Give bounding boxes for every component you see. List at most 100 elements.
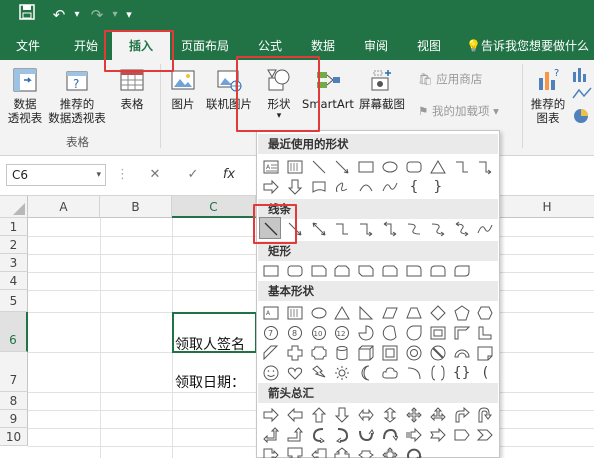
l-shape-icon[interactable] (475, 323, 495, 343)
recommended-pivot-button[interactable]: ? 推荐的 数据透视表 (46, 66, 108, 125)
curved-connector-icon[interactable] (404, 219, 424, 239)
up-down-arrow-icon[interactable] (380, 405, 400, 425)
up-arrow-callout-icon[interactable] (332, 445, 352, 458)
round-same-side-rectangle-icon[interactable] (428, 261, 448, 281)
curved-arrow-connector-icon[interactable] (428, 219, 448, 239)
trapezoid-icon[interactable] (404, 303, 424, 323)
elbow-connector-icon[interactable] (452, 157, 472, 177)
row-header-9[interactable]: 9 (0, 410, 28, 428)
rectangle-icon[interactable] (261, 261, 281, 281)
cloud-icon[interactable] (380, 363, 400, 383)
line-icon[interactable] (309, 157, 329, 177)
row-header-6[interactable]: 6 (0, 312, 28, 352)
rounded-rectangle-icon[interactable] (285, 261, 305, 281)
chord-icon[interactable] (380, 323, 400, 343)
tab-review[interactable]: 审阅 (356, 32, 396, 60)
elbow-double-arrow-icon[interactable] (380, 219, 400, 239)
elbow-arrow-connector-icon[interactable] (475, 157, 495, 177)
tell-me-box[interactable]: 💡告诉我您想要做什么 (466, 32, 594, 60)
vertical-text-box-icon[interactable] (285, 157, 305, 177)
oval-icon[interactable] (309, 303, 329, 323)
row-header-2[interactable]: 2 (0, 236, 28, 254)
text-box-icon[interactable]: A (261, 303, 281, 323)
no-symbol-icon[interactable] (428, 343, 448, 363)
left-arrow-icon[interactable] (285, 405, 305, 425)
tab-view[interactable]: 视图 (409, 32, 449, 60)
tab-file[interactable]: 文件 (8, 32, 48, 60)
notched-right-arrow-icon[interactable] (428, 425, 448, 445)
flowchart-document-icon[interactable] (309, 177, 329, 197)
decagon-icon[interactable]: 10 (309, 323, 329, 343)
curved-down-arrow-icon[interactable] (380, 425, 400, 445)
rectangle-icon[interactable] (356, 157, 376, 177)
cube-icon[interactable] (356, 343, 376, 363)
name-box-dropdown-icon[interactable]: ▾ (96, 165, 101, 185)
snip-round-rectangle-icon[interactable] (380, 261, 400, 281)
left-right-arrow-callout-icon[interactable] (356, 445, 376, 458)
heptagon-icon[interactable]: 7 (261, 323, 281, 343)
save-icon[interactable] (16, 4, 38, 26)
parallelogram-icon[interactable] (380, 303, 400, 323)
right-arrow-icon[interactable] (261, 405, 281, 425)
diagonal-stripe-icon[interactable] (261, 343, 281, 363)
chevron-icon[interactable] (475, 425, 495, 445)
octagon-icon[interactable]: 8 (285, 323, 305, 343)
vertical-text-box-icon[interactable] (285, 303, 305, 323)
down-arrow-icon[interactable] (332, 405, 352, 425)
right-triangle-icon[interactable] (356, 303, 376, 323)
curve-icon[interactable] (380, 177, 400, 197)
screenshot-button[interactable]: 屏幕截图 (356, 66, 408, 111)
pie-icon[interactable] (356, 323, 376, 343)
teardrop-icon[interactable] (404, 323, 424, 343)
enter-icon[interactable]: ✓ (180, 164, 206, 186)
can-icon[interactable] (332, 343, 352, 363)
insert-function-icon[interactable]: fx (216, 164, 242, 186)
double-bracket-icon[interactable] (428, 363, 448, 383)
snip-corner-rectangle-icon[interactable] (309, 261, 329, 281)
left-right-up-arrow-icon[interactable] (428, 405, 448, 425)
cell-c7[interactable]: 领取日期： (175, 372, 245, 392)
bent-up-arrow-icon[interactable] (285, 425, 305, 445)
picture-button[interactable]: 图片 (164, 66, 202, 111)
up-arrow-icon[interactable] (309, 405, 329, 425)
moon-icon[interactable] (356, 363, 376, 383)
curved-double-arrow-icon[interactable] (452, 219, 472, 239)
oval-icon[interactable] (380, 157, 400, 177)
sun-icon[interactable] (332, 363, 352, 383)
quad-arrow-callout-icon[interactable] (380, 445, 400, 458)
pivot-table-button[interactable]: 数据 透视表 (4, 66, 46, 125)
circular-arrow-icon[interactable] (404, 445, 424, 458)
left-bracket-icon[interactable]: ( (475, 363, 495, 383)
half-frame-icon[interactable] (452, 323, 472, 343)
left-up-arrow-icon[interactable] (261, 425, 281, 445)
lightning-bolt-icon[interactable] (309, 363, 329, 383)
diamond-icon[interactable] (428, 303, 448, 323)
left-brace-icon[interactable]: { (404, 177, 424, 197)
text-box-icon[interactable]: A (261, 157, 281, 177)
row-header-1[interactable]: 1 (0, 218, 28, 236)
cell-c6[interactable]: 领取人签名 (175, 334, 245, 354)
tab-home[interactable]: 开始 (66, 32, 106, 60)
table-button[interactable]: 表格 (112, 66, 152, 111)
snip-diagonal-rectangle-icon[interactable] (356, 261, 376, 281)
left-arrow-callout-icon[interactable] (309, 445, 329, 458)
hexagon-icon[interactable] (475, 303, 495, 323)
rounded-rectangle-icon[interactable] (404, 157, 424, 177)
triangle-icon[interactable] (428, 157, 448, 177)
arc-icon[interactable] (356, 177, 376, 197)
snip-same-side-rectangle-icon[interactable] (332, 261, 352, 281)
tab-page-layout[interactable]: 页面布局 (174, 32, 236, 60)
row-header-10[interactable]: 10 (0, 428, 28, 446)
undo-dropdown-icon[interactable]: ▾ (66, 4, 88, 26)
column-header-h[interactable]: H (500, 196, 594, 218)
plaque-icon[interactable] (309, 343, 329, 363)
u-turn-arrow-icon[interactable] (475, 405, 495, 425)
heart-icon[interactable] (285, 363, 305, 383)
right-arrow-callout-icon[interactable] (261, 445, 281, 458)
double-arrow-line-icon[interactable] (309, 219, 329, 239)
folded-corner-icon[interactable] (475, 343, 495, 363)
down-arrow-icon[interactable] (285, 177, 305, 197)
app-store-button[interactable]: 🛍 应用商店 (418, 72, 514, 86)
cross-icon[interactable] (285, 343, 305, 363)
smiley-face-icon[interactable] (261, 363, 281, 383)
